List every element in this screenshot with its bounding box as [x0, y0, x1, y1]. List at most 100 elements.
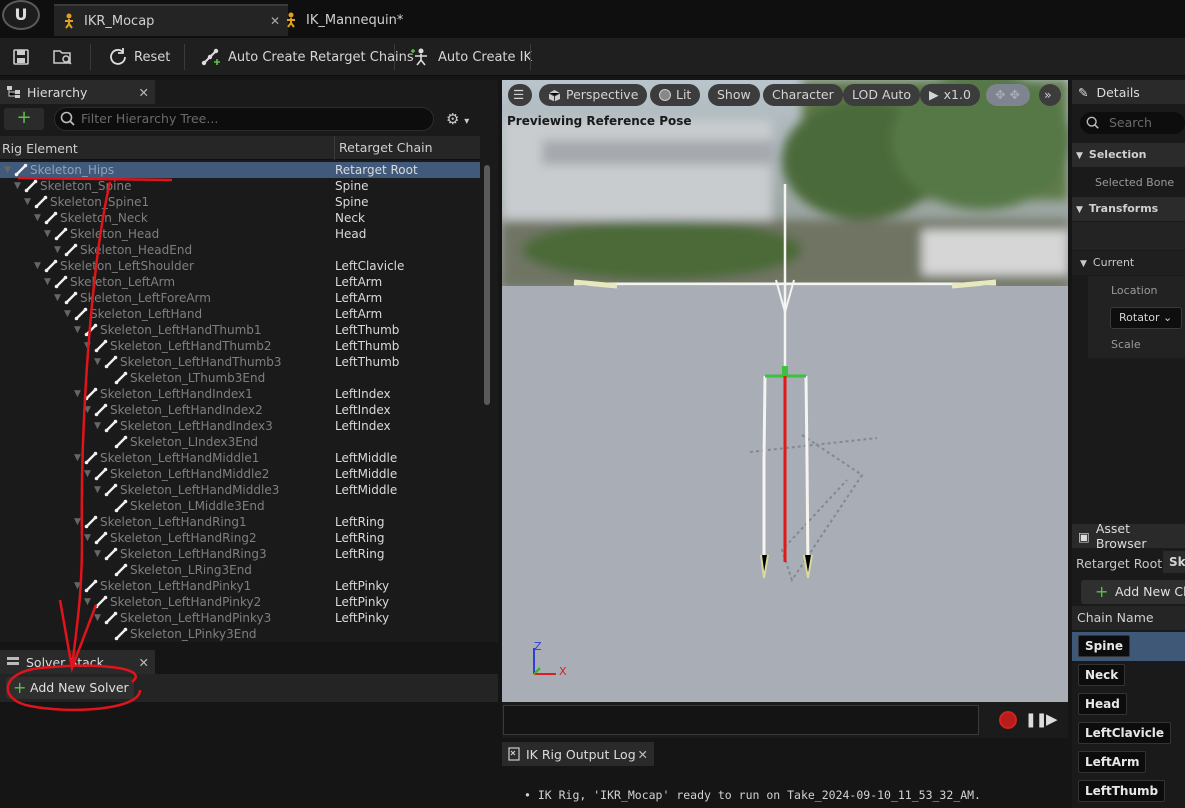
retarget-root-value[interactable]: Sk [1163, 551, 1185, 573]
chain-name[interactable]: Spine [1078, 635, 1131, 657]
hierarchy-row[interactable]: ▼ Skeleton_LeftHandMiddle1 LeftMiddle [0, 450, 480, 466]
settings-gear-icon[interactable]: ⚙ ▾ [446, 110, 469, 128]
reset-button[interactable]: Reset [100, 38, 178, 76]
chain-row[interactable]: Spine [1072, 632, 1185, 661]
expand-arrow-icon[interactable]: ▼ [34, 258, 41, 274]
auto-create-ik-button[interactable]: Auto Create IK [402, 38, 540, 76]
hierarchy-row[interactable]: ▼ Skeleton_Spine1 Spine [0, 194, 480, 210]
retarget-chain-value[interactable]: LeftIndex [335, 418, 391, 434]
hierarchy-row[interactable]: ▼ Skeleton_LeftHandPinky1 LeftPinky [0, 578, 480, 594]
hierarchy-row[interactable]: Skeleton_LThumb3End [0, 370, 480, 386]
chain-row[interactable]: LeftArm [1072, 748, 1185, 777]
retarget-chain-value[interactable]: LeftThumb [335, 354, 399, 370]
hierarchy-row[interactable]: ▼ Skeleton_LeftShoulder LeftClavicle [0, 258, 480, 274]
expand-arrow-icon[interactable]: ▼ [94, 546, 101, 562]
close-panel-icon[interactable]: ✕ [139, 655, 149, 670]
hierarchy-row[interactable]: ▼ Skeleton_LeftHandRing2 LeftRing [0, 530, 480, 546]
chain-row[interactable]: Neck [1072, 661, 1185, 690]
character-button[interactable]: Character [763, 84, 843, 106]
retarget-chain-value[interactable]: LeftIndex [335, 386, 391, 402]
retarget-chain-value[interactable]: LeftMiddle [335, 482, 397, 498]
unreal-logo-icon[interactable]: U [2, 0, 40, 30]
hierarchy-row[interactable]: ▼ Skeleton_LeftHand LeftArm [0, 306, 480, 322]
expand-arrow-icon[interactable]: ▼ [74, 450, 81, 466]
playback-speed-button[interactable]: ▶ x1.0 [920, 84, 980, 106]
chain-name[interactable]: LeftClavicle [1078, 722, 1172, 744]
retarget-chain-value[interactable]: LeftMiddle [335, 450, 397, 466]
chain-row[interactable]: LeftThumb [1072, 777, 1185, 806]
expand-arrow-icon[interactable]: ▼ [44, 226, 51, 242]
expand-arrow-icon[interactable]: ▼ [14, 178, 21, 194]
retarget-chain-value[interactable]: Head [335, 226, 366, 242]
hierarchy-row[interactable]: Skeleton_LRing3End [0, 562, 480, 578]
more-options-button[interactable]: » [1039, 84, 1061, 106]
hierarchy-row[interactable]: ▼ Skeleton_Neck Neck [0, 210, 480, 226]
hierarchy-row[interactable]: ▼ Skeleton_LeftHandPinky3 LeftPinky [0, 610, 480, 626]
expand-arrow-icon[interactable]: ▼ [94, 482, 101, 498]
chain-name[interactable]: Neck [1078, 664, 1126, 686]
retarget-chain-value[interactable]: LeftArm [335, 306, 382, 322]
hierarchy-row[interactable]: ▼ Skeleton_LeftHandRing1 LeftRing [0, 514, 480, 530]
current-group[interactable]: ▼ Current [1072, 251, 1185, 275]
viewport[interactable]: ☰ Perspective Lit Show Character LOD Aut… [502, 80, 1068, 702]
expand-arrow-icon[interactable]: ▼ [84, 466, 91, 482]
perspective-button[interactable]: Perspective [539, 84, 648, 106]
pause-icon[interactable]: ❚❚ [1025, 712, 1047, 728]
hierarchy-row[interactable]: Skeleton_LPinky3End [0, 626, 480, 642]
hierarchy-row[interactable]: ▼ Skeleton_LeftHandIndex3 LeftIndex [0, 418, 480, 434]
chain-name[interactable]: LeftArm [1078, 751, 1147, 773]
expand-arrow-icon[interactable]: ▼ [24, 194, 31, 210]
output-log-tab[interactable]: IK Rig Output Log ✕ [502, 742, 654, 766]
expand-arrow-icon[interactable]: ▼ [84, 594, 91, 610]
close-panel-icon[interactable]: ✕ [139, 85, 149, 100]
retarget-chain-value[interactable]: LeftPinky [335, 594, 389, 610]
hierarchy-row[interactable]: ▼ Skeleton_LeftHandIndex2 LeftIndex [0, 402, 480, 418]
hierarchy-row[interactable]: ▼ Skeleton_LeftHandRing3 LeftRing [0, 546, 480, 562]
hierarchy-row[interactable]: ▼ Skeleton_Hips Retarget Root [0, 162, 480, 178]
details-tab[interactable]: ✎ Details [1072, 80, 1185, 104]
retarget-chain-value[interactable]: LeftClavicle [335, 258, 404, 274]
expand-arrow-icon[interactable]: ▼ [84, 402, 91, 418]
retarget-chain-value[interactable]: LeftPinky [335, 610, 389, 626]
expand-arrow-icon[interactable]: ▼ [74, 386, 81, 402]
expand-arrow-icon[interactable]: ▼ [44, 274, 51, 290]
column-retarget-chain[interactable]: Retarget Chain [334, 136, 433, 160]
add-new-chain-button[interactable]: + Add New Ch [1081, 580, 1185, 604]
add-new-solver-button[interactable]: + Add New Solver [6, 677, 134, 699]
hierarchy-row[interactable]: ▼ Skeleton_LeftHandPinky2 LeftPinky [0, 594, 480, 610]
hierarchy-row[interactable]: ▼ Skeleton_Spine Spine [0, 178, 480, 194]
chain-name[interactable]: LeftThumb [1078, 780, 1166, 802]
transforms-section[interactable]: ▼ Transforms [1072, 197, 1185, 221]
hierarchy-row[interactable]: Skeleton_LMiddle3End [0, 498, 480, 514]
hierarchy-row[interactable]: ▼ Skeleton_Head Head [0, 226, 480, 242]
expand-arrow-icon[interactable]: ▼ [34, 210, 41, 226]
chain-row[interactable]: Head [1072, 690, 1185, 719]
retarget-chain-value[interactable]: Retarget Root [335, 162, 418, 178]
hierarchy-row[interactable]: Skeleton_LIndex3End [0, 434, 480, 450]
expand-arrow-icon[interactable]: ▼ [74, 514, 81, 530]
chain-name-header[interactable]: Chain Name [1072, 606, 1185, 630]
asset-browser-tab[interactable]: ▣ Asset Browser [1072, 521, 1185, 551]
retarget-chain-value[interactable]: LeftThumb [335, 338, 399, 354]
expand-arrow-icon[interactable]: ▼ [4, 162, 11, 178]
hierarchy-row[interactable]: ▼ Skeleton_LeftHandThumb3 LeftThumb [0, 354, 480, 370]
add-element-button[interactable]: + [4, 108, 44, 130]
retarget-chain-value[interactable]: Spine [335, 194, 369, 210]
expand-arrow-icon[interactable]: ▼ [84, 530, 91, 546]
expand-arrow-icon[interactable]: ▼ [94, 354, 101, 370]
expand-arrow-icon[interactable]: ▼ [54, 290, 61, 306]
auto-create-retarget-chains-button[interactable]: Auto Create Retarget Chains [192, 38, 422, 76]
retarget-chain-value[interactable]: Spine [335, 178, 369, 194]
expand-arrow-icon[interactable]: ▼ [84, 338, 91, 354]
show-button[interactable]: Show [708, 84, 760, 106]
chain-name[interactable]: Head [1078, 693, 1127, 715]
step-forward-icon[interactable]: ▶ [1046, 710, 1058, 728]
retarget-chain-value[interactable]: LeftRing [335, 514, 384, 530]
hierarchy-row[interactable]: ▼ Skeleton_LeftHandIndex1 LeftIndex [0, 386, 480, 402]
expand-arrow-icon[interactable]: ▼ [54, 242, 61, 258]
retarget-chain-value[interactable]: LeftIndex [335, 402, 391, 418]
solver-stack-tab[interactable]: Solver Stack ✕ [0, 650, 155, 674]
expand-arrow-icon[interactable]: ▼ [74, 578, 81, 594]
retarget-chain-value[interactable]: LeftRing [335, 530, 384, 546]
hierarchy-tab[interactable]: Hierarchy ✕ [0, 80, 155, 104]
